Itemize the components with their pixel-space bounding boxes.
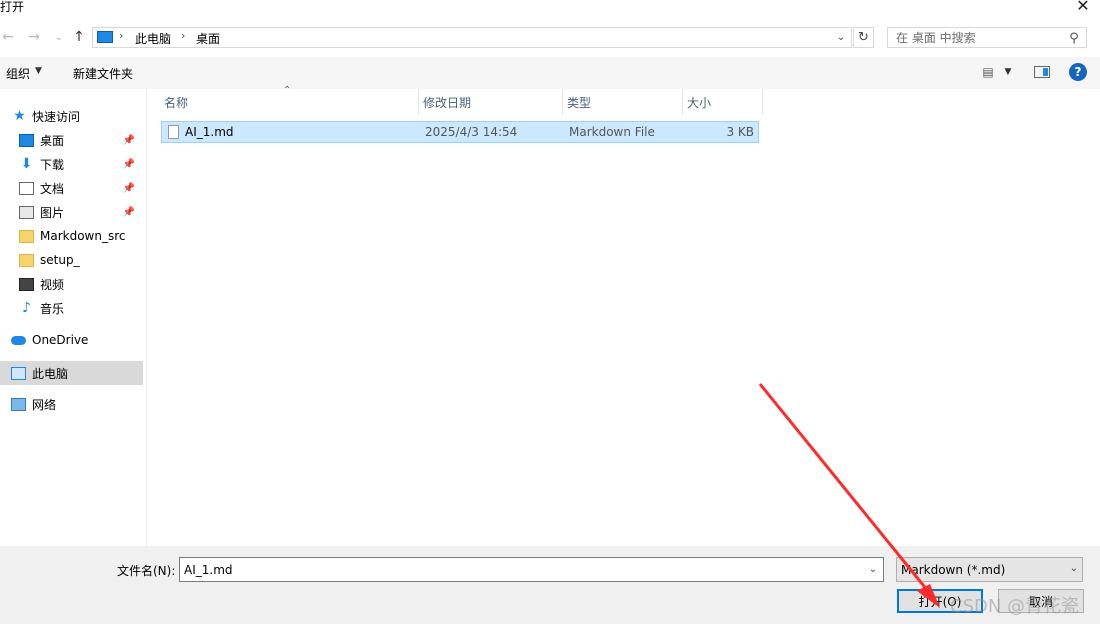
pin-icon[interactable]: 📌 [123,207,135,218]
network-icon [11,397,26,411]
sidebar-item-quick-access[interactable]: ★ 快速访问 [12,105,80,127]
sidebar-item-label: 视频 [40,277,65,292]
address-dropdown-icon[interactable]: ⌄ [833,28,849,47]
column-header-size[interactable]: 大小 [683,89,763,115]
sidebar-item-label: 文档 [40,181,65,196]
pictures-icon [19,205,34,219]
search-input[interactable] [887,27,1087,48]
sidebar-item-label: 此电脑 [32,366,69,381]
column-header-modified[interactable]: 修改日期 [419,89,563,115]
breadcrumb-separator-icon[interactable]: › [119,29,123,42]
folder-icon [19,253,34,267]
sidebar-item-network[interactable]: 网络 [11,393,56,415]
star-icon: ★ [13,108,26,124]
sidebar-item-label: Markdown_src [40,229,126,243]
sidebar-item-pictures[interactable]: 图片 📌 [19,201,143,223]
breadcrumb-desktop[interactable]: 桌面 [196,30,220,47]
organize-button[interactable]: 组织 [6,65,30,82]
recent-locations-chevron-icon[interactable]: ⌄ [52,28,66,46]
onedrive-cloud-icon [11,335,26,345]
sidebar-item-this-pc-content[interactable]: 此电脑 [11,362,68,384]
sidebar-item-downloads[interactable]: ⬇ 下载 📌 [19,153,143,175]
download-icon: ⬇ [20,156,33,172]
pin-icon[interactable]: 📌 [123,183,135,194]
csdn-watermark: CSDN @青花瓷 [950,596,1080,617]
markdown-file-icon [168,125,179,139]
file-type-filter-select[interactable]: Markdown (*.md) ⌄ [896,557,1083,582]
organize-caret-icon[interactable]: ▼ [35,66,42,76]
sidebar-item-desktop[interactable]: 桌面 📌 [19,129,143,151]
sidebar-item-label: 网络 [32,397,57,412]
chevron-down-icon: ⌄ [1069,563,1078,574]
filename-input[interactable] [179,557,884,582]
search-icon[interactable]: ⚲ [1066,30,1082,46]
file-type: Markdown File [569,125,655,139]
refresh-icon[interactable]: ↻ [853,27,874,48]
document-icon [19,181,34,195]
file-row[interactable]: AI_1.md 2025/4/3 14:54 Markdown File 3 K… [161,121,759,143]
sidebar-item-label: setup_ [40,253,80,267]
file-size: 3 KB [726,125,754,139]
new-folder-button[interactable]: 新建文件夹 [73,65,133,82]
file-name: AI_1.md [185,125,234,139]
sidebar-item-label: 快速访问 [32,109,81,124]
file-type-filter-value: Markdown (*.md) [901,563,1006,577]
sidebar-item-label: OneDrive [32,333,89,347]
view-mode-caret-icon[interactable]: ▼ [1003,66,1013,78]
help-icon[interactable]: ? [1069,63,1087,81]
sidebar-item-setup[interactable]: setup_ [19,249,80,271]
sidebar-item-onedrive[interactable]: OneDrive [11,329,88,351]
sidebar-item-markdown-src[interactable]: Markdown_src [19,225,126,247]
file-modified: 2025/4/3 14:54 [425,125,518,139]
sidebar-item-label: 音乐 [40,301,65,316]
breadcrumb-this-pc[interactable]: 此电脑 [135,30,171,47]
video-icon [19,277,34,291]
filename-dropdown-icon[interactable]: ⌄ [864,559,882,580]
sidebar-item-label: 图片 [40,205,65,220]
this-pc-icon [97,31,113,43]
desktop-icon [19,133,34,147]
breadcrumb-separator-icon[interactable]: › [181,29,185,42]
sidebar-item-label: 桌面 [40,133,65,148]
preview-pane-icon[interactable] [1034,66,1050,78]
folder-icon [19,229,34,243]
sidebar-item-videos[interactable]: 视频 [19,273,64,295]
close-icon[interactable]: ✕ [1074,0,1092,15]
command-toolbar [0,57,1100,89]
view-mode-icon[interactable]: ▤ [979,65,997,79]
window-title: 打开 [0,0,25,14]
sidebar-item-label: 下载 [40,157,65,172]
this-pc-icon [11,366,26,380]
filename-label: 文件名(N): [117,564,176,578]
sidebar-item-music[interactable]: ♪ 音乐 [19,297,64,319]
column-header-name[interactable]: 名称 [160,89,419,115]
back-arrow-icon[interactable]: ← [0,28,16,46]
column-header-type[interactable]: 类型 [563,89,683,115]
music-icon: ♪ [22,300,31,316]
pin-icon[interactable]: 📌 [123,159,135,170]
sidebar-item-documents[interactable]: 文档 📌 [19,177,143,199]
pin-icon[interactable]: 📌 [123,135,135,146]
address-bar[interactable]: › 此电脑 › 桌面 ⌄ [92,27,852,48]
up-arrow-icon[interactable]: ↑ [71,28,87,46]
forward-arrow-icon[interactable]: → [26,28,42,46]
